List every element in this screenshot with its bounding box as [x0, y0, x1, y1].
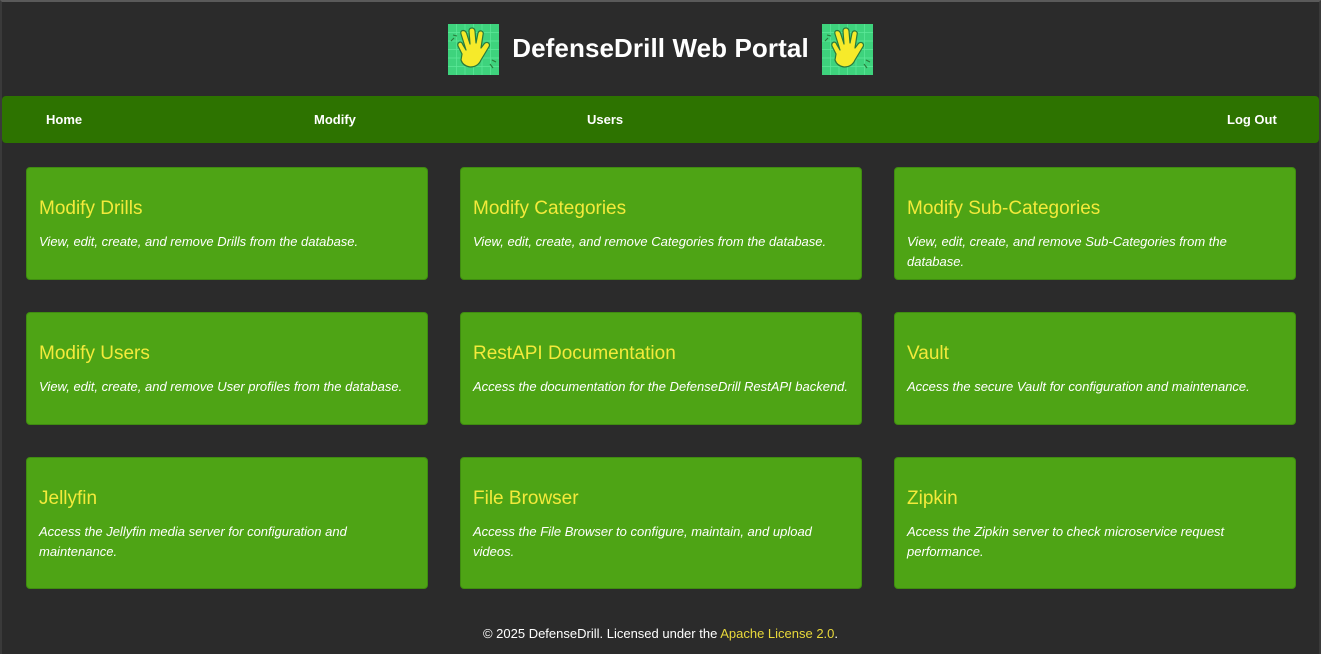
card-description: Access the secure Vault for configuratio… — [907, 379, 1250, 394]
card-title: Vault — [907, 343, 949, 364]
card-jellyfin[interactable]: Jellyfin Access the Jellyfin media serve… — [26, 457, 428, 589]
footer-suffix: . — [834, 626, 839, 641]
card-file-browser[interactable]: File Browser Access the File Browser to … — [460, 457, 862, 589]
card-title: Modify Drills — [39, 198, 143, 219]
main-navbar: Home Modify Users Log Out — [2, 96, 1319, 143]
card-description: View, edit, create, and remove User prof… — [39, 379, 403, 394]
footer-text: © 2025 DefenseDrill. Licensed under the — [482, 626, 721, 641]
card-description: View, edit, create, and remove Drills fr… — [39, 234, 359, 249]
nav-users[interactable]: Users — [587, 96, 623, 143]
nav-log-out[interactable]: Log Out — [1227, 96, 1277, 143]
card-title: File Browser — [473, 488, 579, 509]
card-description: Access the documentation for the Defense… — [473, 379, 849, 394]
raised-hand-icon — [448, 24, 499, 75]
card-description: View, edit, create, and remove Categorie… — [473, 234, 827, 249]
card-title: Jellyfin — [39, 488, 98, 509]
page-title: DefenseDrill Web Portal — [512, 32, 809, 63]
card-zipkin[interactable]: Zipkin Access the Zipkin server to check… — [894, 457, 1296, 589]
card-description: Access the Zipkin server to check micros… — [907, 524, 1225, 559]
apache-license-link[interactable]: Apache License 2.0 — [720, 626, 834, 641]
nav-modify[interactable]: Modify — [314, 96, 356, 143]
card-description: View, edit, create, and remove Sub-Categ… — [907, 234, 1227, 269]
card-title: RestAPI Documentation — [473, 343, 676, 364]
card-restapi-documentation[interactable]: RestAPI Documentation Access the documen… — [460, 312, 862, 425]
card-grid: Modify Drills View, edit, create, and re… — [26, 167, 1297, 589]
card-title: Modify Users — [39, 343, 150, 364]
raised-hand-icon — [822, 24, 873, 75]
card-description: Access the Jellyfin media server for con… — [39, 524, 347, 559]
card-modify-sub-categories[interactable]: Modify Sub-Categories View, edit, create… — [894, 167, 1296, 280]
nav-home[interactable]: Home — [46, 96, 82, 143]
card-description: Access the File Browser to configure, ma… — [473, 524, 812, 559]
card-modify-drills[interactable]: Modify Drills View, edit, create, and re… — [26, 167, 428, 280]
card-modify-users[interactable]: Modify Users View, edit, create, and rem… — [26, 312, 428, 425]
page-footer: © 2025 DefenseDrill. Licensed under the … — [2, 626, 1319, 641]
card-title: Zipkin — [907, 488, 958, 509]
page-header: DefenseDrill Web Portal — [2, 2, 1319, 96]
card-title: Modify Categories — [473, 198, 627, 219]
card-vault[interactable]: Vault Access the secure Vault for config… — [894, 312, 1296, 425]
card-modify-categories[interactable]: Modify Categories View, edit, create, an… — [460, 167, 862, 280]
card-title: Modify Sub-Categories — [907, 198, 1101, 219]
